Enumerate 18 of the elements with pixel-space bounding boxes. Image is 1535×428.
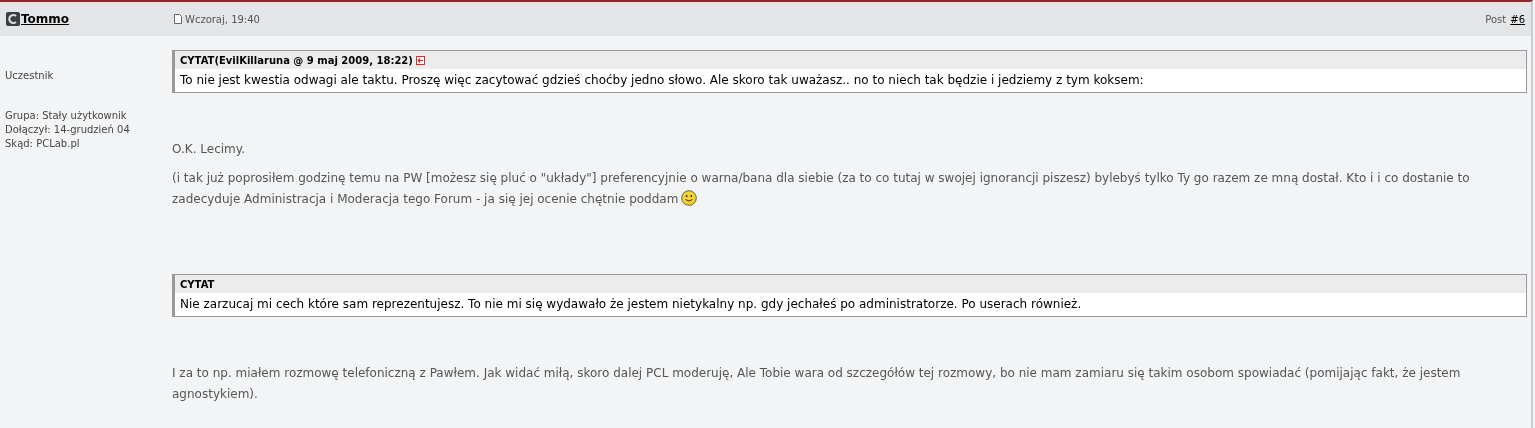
profile-detail: Dołączył: 14-grudzień 04	[5, 123, 131, 137]
post-number-link[interactable]: #6	[1510, 13, 1525, 25]
author-link[interactable]: Tommo	[21, 12, 70, 26]
post-label: Post	[1485, 13, 1507, 25]
quote-text: To nie jest kwestia odwagi ale taktu. Proszę więc zacytować gdzieś choćby jedno słowo. Ale skoro tak uważasz.. no to niech tak będzie i jedziemy z tym koksem:	[179, 72, 1145, 89]
profile-detail: Grupa: Stały użytkownik	[5, 109, 128, 123]
profile-detail: Skąd: PCLab.pl	[5, 137, 81, 151]
quote-text: Nie zarzucaj mi cech które sam reprezentujesz. To nie mi się wydawało że jestem nietykalny np. gdy jechałeś po administratorze. Po userach również.	[179, 296, 1083, 313]
post-paragraph: I za to np. miałem rozmowę telefoniczną z Pawłem. Jak widać miłą, skoro dalej PCL moderuję, Ale Tobie wara od szczegółów tej rozmowy, bo nie mam zamiaru się takim osobom spowiadać (pomijając fakt, że jestem agnostykiem).	[172, 366, 1461, 401]
post-date: Wczoraj, 19:40	[185, 13, 260, 25]
post-paragraph: O.K. Lecimy.	[172, 142, 245, 156]
user-rank: Uczestnik	[5, 70, 55, 81]
quote-header: CYTAT(EvilKillaruna @ 9 maj 2009, 18:22)	[180, 55, 413, 66]
back-arrow-icon[interactable]	[415, 56, 425, 65]
post-paragraph: (i tak już poprosiłem godzinę temu na PW [możesz się pluć o "układy"] preferencyjnie o warna/bana dla siebie (za to co tutaj w swojej ignorancji piszesz) bylebyś tylko Ty go razem ze mną dostał. Kto i i co dostanie to zadecyduje Administracja i Moderacja tego Forum - ja się jej ocenie chętnie poddam	[172, 171, 1470, 206]
avatar-icon	[6, 12, 20, 26]
document-icon	[174, 14, 182, 24]
quote-header: CYTAT	[180, 279, 215, 290]
